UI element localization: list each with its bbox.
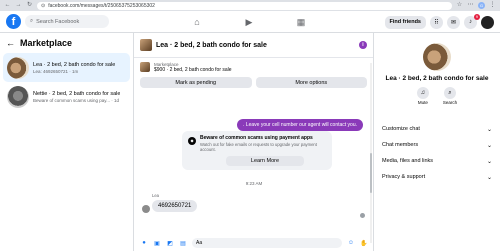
conversation-item-lea[interactable]: Lea · 2 bed, 2 bath condo for sale Lea: … bbox=[3, 53, 130, 82]
messenger-icon[interactable]: ✉ bbox=[447, 15, 460, 29]
facebook-top-nav: f ⌕ Search Facebook ⌂ ▶ ▦ Find friends ⠿… bbox=[0, 11, 500, 33]
forward-nav-icon[interactable]: → bbox=[15, 2, 22, 9]
learn-more-button[interactable]: Learn More bbox=[226, 156, 304, 166]
notification-count-badge: 9 bbox=[473, 13, 480, 20]
emoji-icon[interactable]: ☺ bbox=[347, 239, 355, 247]
search-placeholder: Search Facebook bbox=[36, 18, 80, 25]
notifications-bell-icon[interactable]: ♪ 9 bbox=[464, 13, 480, 29]
reload-icon[interactable]: ↻ bbox=[26, 2, 33, 9]
video-icon[interactable]: ▶ bbox=[242, 15, 256, 29]
outgoing-message[interactable]: . Leave your cell number our agent will … bbox=[237, 119, 363, 131]
search-icon: ⌕ bbox=[30, 18, 34, 24]
listing-thumbnail bbox=[7, 56, 29, 79]
chevron-down-icon: ⌄ bbox=[486, 158, 492, 165]
contact-avatar bbox=[7, 85, 29, 108]
menu-grid-icon[interactable]: ⠿ bbox=[430, 15, 443, 29]
like-thumb-icon[interactable]: ✋ bbox=[360, 239, 368, 247]
listing-thumbnail[interactable] bbox=[140, 39, 152, 51]
marketplace-icon[interactable]: ▦ bbox=[294, 15, 308, 29]
chevron-down-icon: ⌄ bbox=[486, 126, 492, 133]
listing-thumbnail[interactable] bbox=[140, 62, 150, 72]
item-label: Customize chat bbox=[382, 126, 420, 132]
chat-header: Lea · 2 bed, 2 bath condo for sale i bbox=[134, 33, 373, 58]
browser-bar: ← → ↻ ⊙ facebook.com/messages/t/25065375… bbox=[0, 0, 500, 11]
site-info-icon[interactable]: ⊙ bbox=[41, 3, 45, 9]
chat-panel: Lea · 2 bed, 2 bath condo for sale i Mar… bbox=[134, 33, 374, 251]
chevron-down-icon: ⌄ bbox=[486, 174, 492, 181]
sender-avatar[interactable] bbox=[142, 205, 150, 213]
url-text: facebook.com/messages/t/2506537525306530… bbox=[48, 2, 155, 9]
info-icon[interactable]: i bbox=[359, 41, 367, 49]
privacy-support-item[interactable]: Privacy & support ⌄ bbox=[374, 169, 500, 185]
search-icon: ⌕ bbox=[443, 87, 456, 99]
mark-as-pending-button[interactable]: Mark as pending bbox=[140, 77, 252, 88]
scam-warning-title: Beware of common scams using payment app… bbox=[200, 135, 313, 141]
profile-avatar[interactable] bbox=[481, 15, 494, 29]
sender-name: Lea bbox=[152, 193, 159, 198]
browser-menu-icon[interactable]: ⋮ bbox=[489, 2, 496, 9]
message-input[interactable]: Aa bbox=[192, 238, 342, 248]
message-composer: ● ▣ ◩ ▤ Aa ☺ ✋ bbox=[134, 235, 374, 251]
listing-card: Marketplace $900 · 2 bed, 2 bath condo f… bbox=[140, 60, 367, 88]
more-options-button[interactable]: More options bbox=[255, 77, 367, 88]
search-button[interactable]: ⌕ Search bbox=[443, 87, 457, 105]
scam-warning-card: ◆ Beware of common scams using payment a… bbox=[182, 131, 332, 170]
listing-description[interactable]: $900 · 2 bed, 2 bath condo for sale bbox=[154, 67, 232, 73]
conversation-name: Nettie · 2 bed, 2 bath condo for sale bbox=[33, 90, 121, 97]
item-label: Privacy & support bbox=[382, 174, 426, 180]
shield-icon: ◆ bbox=[188, 137, 196, 145]
conversation-name: Lea · 2 bed, 2 bath condo for sale bbox=[33, 61, 116, 68]
chat-details-panel: Lea · 2 bed, 2 bath condo for sale ♫ Mut… bbox=[374, 33, 500, 251]
marketplace-header: ← Marketplace bbox=[0, 33, 133, 53]
chat-members-item[interactable]: Chat members ⌄ bbox=[374, 137, 500, 153]
details-title: Lea · 2 bed, 2 bath condo for sale bbox=[385, 75, 489, 82]
chat-scrollbar-thumb[interactable] bbox=[370, 153, 372, 193]
mute-label: Mute bbox=[417, 100, 428, 105]
conversation-item-nettie[interactable]: Nettie · 2 bed, 2 bath condo for sale Be… bbox=[3, 82, 130, 111]
conversation-list-panel: ← Marketplace Lea · 2 bed, 2 bath condo … bbox=[0, 33, 134, 251]
chevron-down-icon: ⌄ bbox=[486, 142, 492, 149]
mute-button[interactable]: ♫ Mute bbox=[416, 87, 429, 105]
scam-warning-body: Watch out for fake emails or requests to… bbox=[200, 142, 317, 152]
customize-chat-item[interactable]: Customize chat ⌄ bbox=[374, 121, 500, 137]
item-label: Media, files and links bbox=[382, 158, 434, 164]
sticker-icon[interactable]: ◩ bbox=[166, 239, 174, 247]
conversation-preview: Beware of common scams using pay... · 1d bbox=[33, 97, 119, 103]
microphone-icon[interactable]: ● bbox=[140, 239, 148, 247]
timestamp: 9:23 AM bbox=[245, 181, 263, 186]
browser-profile-avatar[interactable]: G bbox=[478, 2, 485, 9]
photo-icon[interactable]: ▣ bbox=[153, 239, 161, 247]
search-input[interactable]: ⌕ Search Facebook bbox=[25, 15, 109, 28]
address-bar[interactable]: ⊙ facebook.com/messages/t/25065375253065… bbox=[37, 1, 452, 10]
seen-avatar-icon bbox=[360, 213, 365, 218]
search-label: Search bbox=[442, 100, 458, 105]
home-icon[interactable]: ⌂ bbox=[190, 15, 204, 29]
conversation-preview: Lea: 4692650721 · 1m bbox=[33, 68, 79, 74]
page-title: Marketplace bbox=[20, 38, 73, 48]
incoming-message[interactable]: 4692650721 bbox=[152, 200, 198, 212]
find-friends-button[interactable]: Find friends bbox=[384, 15, 426, 29]
media-files-links-item[interactable]: Media, files and links ⌄ bbox=[374, 153, 500, 169]
extensions-icon[interactable]: ⋯ bbox=[467, 2, 474, 9]
chat-title[interactable]: Lea · 2 bed, 2 bath condo for sale bbox=[156, 42, 355, 49]
gif-icon[interactable]: ▤ bbox=[179, 239, 187, 247]
bookmark-star-icon[interactable]: ☆ bbox=[456, 2, 463, 9]
facebook-logo[interactable]: f bbox=[6, 14, 21, 29]
back-arrow-icon[interactable]: ← bbox=[6, 38, 15, 48]
item-label: Chat members bbox=[382, 142, 419, 148]
bell-icon: ♫ bbox=[416, 87, 429, 99]
listing-avatar bbox=[423, 43, 451, 71]
back-nav-icon[interactable]: ← bbox=[4, 2, 11, 9]
